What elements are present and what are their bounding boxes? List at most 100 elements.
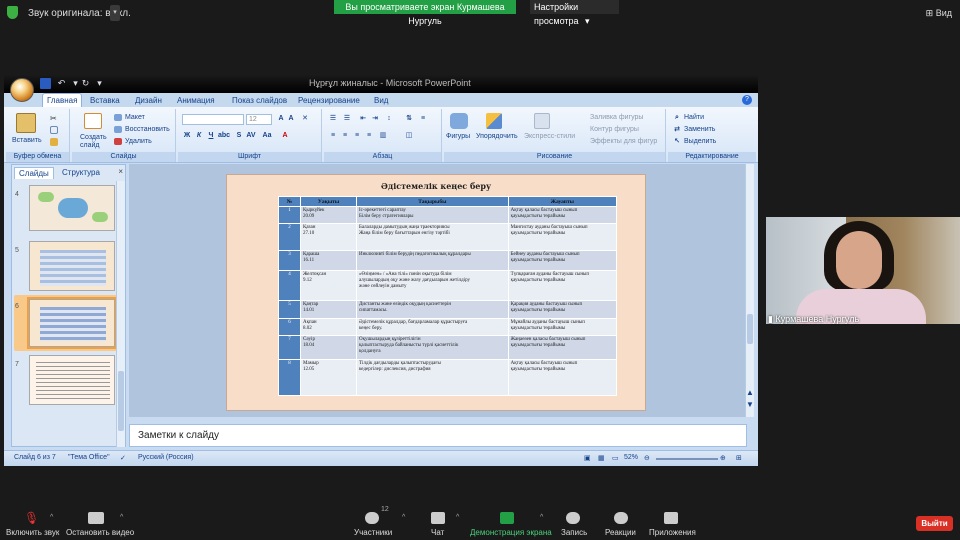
shape-outline-button[interactable]: Контур фигуры [590, 126, 639, 133]
reset-button[interactable]: Восстановить [125, 126, 170, 133]
chevron-up-icon[interactable]: ^ [456, 514, 459, 521]
table-cell[interactable]: Ақтау қаласы бастауыш сынып қауымдастығы… [507, 206, 618, 224]
grow-font-icon[interactable]: A [276, 114, 286, 124]
shadow-icon[interactable]: S [234, 131, 244, 141]
help-icon[interactable]: ? [742, 95, 752, 105]
font-color-icon[interactable]: A [280, 131, 290, 141]
table-cell[interactable]: Қарақия ауданы бастауыш сынып қауымдасты… [507, 300, 618, 319]
table-cell[interactable]: Ақтау қаласы бастауыш сынып қауымдастығы… [507, 359, 618, 396]
table-cell[interactable]: Қараша 16.11 [300, 250, 357, 271]
chevron-up-icon[interactable]: ^ [120, 514, 123, 521]
slide-canvas[interactable]: Әдістемелік кеңес беру № Уақыты Тақырыбы… [129, 164, 754, 417]
layout-icon[interactable] [114, 114, 122, 121]
chevron-down-icon[interactable]: ▾ [110, 5, 120, 21]
chat-button[interactable]: Чат [431, 528, 444, 537]
arrange-icon[interactable] [486, 113, 502, 129]
slide-thumbnail-6[interactable] [27, 297, 117, 349]
share-screen-button[interactable]: Демонстрация экрана [470, 528, 552, 537]
decrease-indent-icon[interactable]: ⇤ [358, 114, 368, 124]
spellcheck-icon[interactable]: ✓ [120, 454, 126, 462]
increase-indent-icon[interactable]: ⇥ [370, 114, 380, 124]
slide-table[interactable]: № Уақыты Тақырыбы Жауапты 1 Қыркүйек 20.0… [278, 196, 618, 396]
table-cell[interactable]: Оқушылардың құзіреттілігін қалыптастыруд… [356, 335, 509, 360]
scrollbar-thumb[interactable] [747, 314, 753, 344]
apps-icon[interactable] [664, 512, 678, 524]
shapes-button[interactable]: Фигуры [446, 133, 470, 140]
undo-icon[interactable]: ↶ [56, 78, 67, 89]
close-icon[interactable]: × [118, 167, 123, 176]
align-left-icon[interactable]: ≡ [328, 131, 338, 141]
security-shield-icon[interactable] [7, 6, 18, 19]
font-name-combo[interactable] [182, 114, 244, 125]
new-slide-button[interactable]: Создать слайд [80, 134, 107, 150]
table-cell[interactable]: Қаңтар 14.01 [300, 300, 357, 319]
shapes-icon[interactable] [450, 113, 468, 129]
theme-name[interactable]: "Тема Office" [68, 454, 110, 461]
table-cell[interactable]: Мұнайлы ауданы бастауыш сынып қауымдасты… [507, 318, 618, 336]
video-camera-icon[interactable] [88, 512, 104, 524]
table-row[interactable]: 6 Ақпан 8.02 Әдістемелік құралдар, бағдарл… [278, 318, 618, 336]
record-icon[interactable] [566, 512, 580, 524]
reset-icon[interactable] [114, 126, 122, 133]
table-cell[interactable]: 8 [278, 359, 301, 396]
text-direction-icon[interactable]: ⇅ [404, 114, 414, 124]
zoom-out-icon[interactable]: ⊖ [644, 454, 650, 462]
table-row[interactable]: 1 Қыркүйек 20.09 Іс-әрекеттегі сараптау Бі… [278, 206, 618, 224]
record-button[interactable]: Запись [561, 528, 587, 537]
tab-animation[interactable]: Анимация [177, 96, 215, 105]
slides-pane-scrollbar[interactable] [116, 181, 125, 447]
table-cell[interactable]: Ақпан 8.02 [300, 318, 357, 336]
slide-scrollbar[interactable]: ▲ ▼ [745, 164, 754, 417]
apps-button[interactable]: Приложения [649, 528, 696, 537]
table-cell[interactable]: Мамыр 12.05 [300, 359, 357, 396]
numbering-icon[interactable]: ☰ [342, 114, 352, 124]
table-cell[interactable]: Әдістемелік құралдар, бағдарламалар құра… [356, 318, 509, 336]
zoom-slider[interactable] [656, 458, 718, 460]
align-right-icon[interactable]: ≡ [352, 131, 362, 141]
slide-title[interactable]: Әдістемелік кеңес беру [227, 181, 645, 191]
italic-icon[interactable]: К [194, 131, 204, 141]
notes-pane[interactable]: Заметки к слайду [129, 424, 747, 447]
arrange-button[interactable]: Упорядочить [476, 133, 518, 140]
chevron-up-icon[interactable]: ^ [402, 514, 405, 521]
tab-review[interactable]: Рецензирование [298, 96, 360, 105]
table-cell[interactable]: Жаңаөзен қаласы бастауыш сынып қауымдаст… [507, 335, 618, 360]
chevron-up-icon[interactable]: ^ [50, 514, 53, 521]
slide-thumbnail-4[interactable] [29, 185, 115, 231]
justify-icon[interactable]: ≡ [364, 131, 374, 141]
tab-view[interactable]: Вид [374, 96, 388, 105]
table-cell[interactable]: 4 [278, 270, 301, 301]
table-row[interactable]: 3 Қараша 16.11 Инклюзивті білім берудің пе… [278, 250, 618, 271]
table-row[interactable]: 4 Желтоқсан 9.12 «Өзіңмен» / «Ана тілі» пә… [278, 270, 618, 301]
table-cell[interactable]: Түпқараған ауданы бастауыш сынып қауымда… [507, 270, 618, 301]
layout-button[interactable]: Макет [125, 114, 145, 121]
select-icon[interactable]: ↖ [672, 137, 682, 147]
view-button[interactable]: ⊞ Вид [926, 8, 952, 19]
stop-video-button[interactable]: Остановить видео [66, 528, 134, 537]
muted-microphone-icon[interactable]: 🎙 [24, 512, 39, 524]
shape-fill-button[interactable]: Заливка фигуры [590, 114, 643, 121]
table-cell[interactable]: 2 [278, 223, 301, 251]
table-cell[interactable]: Сәуір 18.04 [300, 335, 357, 360]
copy-icon[interactable] [50, 126, 58, 134]
strikethrough-icon[interactable]: abc [218, 131, 230, 141]
shrink-font-icon[interactable]: A [286, 114, 296, 124]
clear-format-icon[interactable]: ✕ [300, 114, 310, 124]
zoom-level[interactable]: 52% [624, 454, 638, 461]
select-button[interactable]: Выделить [684, 138, 716, 145]
table-cell[interactable]: 7 [278, 335, 301, 360]
refresh-icon[interactable]: ↻ [80, 78, 91, 89]
normal-view-icon[interactable]: ▣ [584, 454, 591, 462]
tab-slides[interactable]: Слайды [14, 167, 54, 179]
spacing-icon[interactable]: AV [246, 131, 256, 141]
paste-button[interactable]: Вставить [12, 137, 42, 144]
table-row[interactable]: 5 Қаңтар 14.01 Дистанты және өзіндік оқуды… [278, 300, 618, 319]
language-indicator[interactable]: Русский (Россия) [138, 454, 194, 461]
shape-effects-button[interactable]: Эффекты для фигур [590, 138, 657, 145]
slide-thumbnail-5[interactable] [29, 241, 115, 291]
table-cell[interactable]: Бейнеу ауданы бастауыш сынып қауымдастығ… [507, 250, 618, 271]
reactions-icon[interactable] [614, 512, 628, 524]
delete-icon[interactable] [114, 138, 122, 145]
align-text-icon[interactable]: ≡ [418, 114, 428, 124]
table-cell[interactable]: Қыркүйек 20.09 [300, 206, 357, 224]
